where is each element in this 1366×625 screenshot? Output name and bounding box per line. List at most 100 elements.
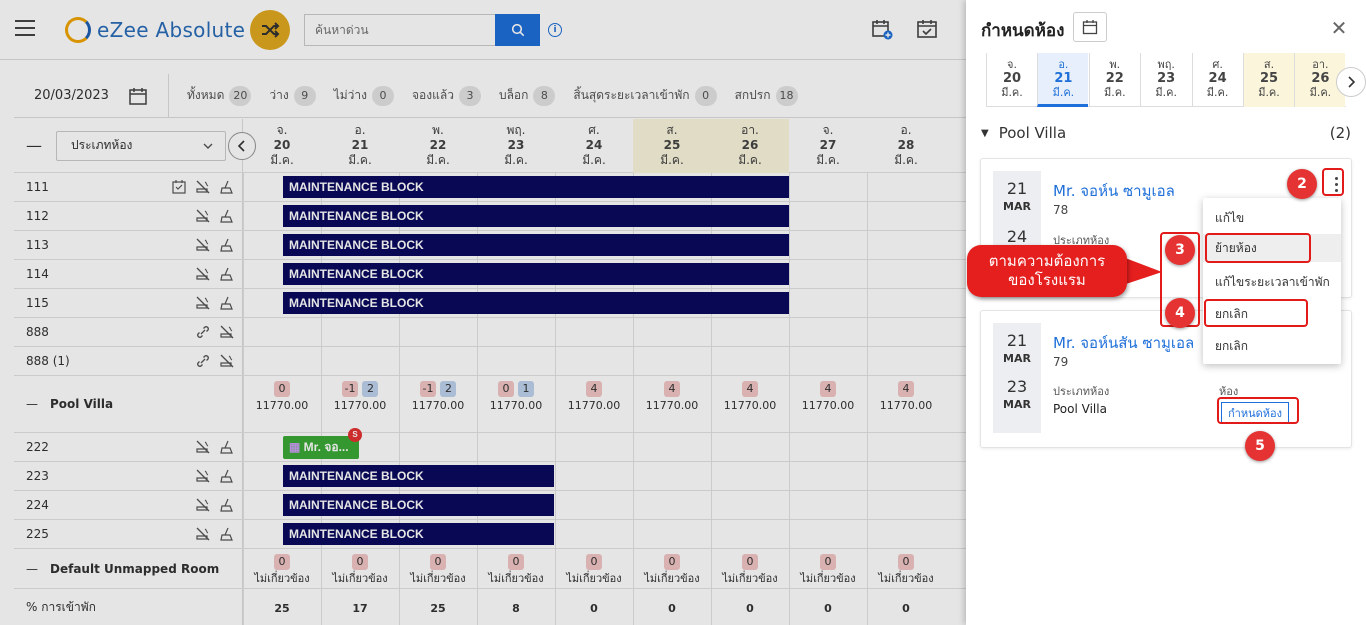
room-number[interactable]: Default Unmapped Room: [50, 562, 219, 576]
grid-cell[interactable]: [633, 347, 711, 375]
grid-cell[interactable]: [789, 433, 867, 461]
no-smoking-icon[interactable]: [195, 208, 211, 224]
grid-cell[interactable]: [243, 318, 321, 346]
availability-cell[interactable]: 4 11770.00: [633, 380, 711, 414]
maintenance-block[interactable]: MAINTENANCE BLOCK: [283, 176, 789, 198]
stat-blocked[interactable]: บล็อก 8: [499, 85, 556, 106]
no-smoking-icon[interactable]: [195, 179, 211, 195]
availability-cell[interactable]: 0 11770.00: [243, 380, 321, 414]
grid-cell[interactable]: [789, 173, 867, 201]
panel-date[interactable]: อ. 21 มี.ค.: [1037, 53, 1089, 107]
room-number[interactable]: 888: [26, 325, 49, 339]
menu-item-cancel[interactable]: ยกเลิก: [1215, 337, 1248, 356]
no-smoking-icon[interactable]: [195, 526, 211, 542]
collapse-icon[interactable]: —: [26, 397, 38, 411]
room-number[interactable]: % การเข้าพัก: [26, 598, 96, 617]
grid-cell[interactable]: [243, 347, 321, 375]
grid-cell[interactable]: [399, 433, 477, 461]
grid-cell[interactable]: [867, 289, 945, 317]
close-icon[interactable]: ✕: [1329, 18, 1349, 38]
grid-cell[interactable]: [789, 260, 867, 288]
grid-cell[interactable]: [867, 491, 945, 519]
grid-cell[interactable]: [789, 462, 867, 490]
grid-cell[interactable]: [711, 520, 789, 548]
housekeeping-icon[interactable]: [219, 295, 235, 311]
no-smoking-icon[interactable]: [195, 295, 211, 311]
grid-cell[interactable]: [867, 173, 945, 201]
room-number[interactable]: 111: [26, 180, 49, 194]
housekeeping-icon[interactable]: [219, 179, 235, 195]
room-number[interactable]: 224: [26, 498, 49, 512]
grid-cell[interactable]: [867, 260, 945, 288]
grid-cell[interactable]: [711, 433, 789, 461]
grid-cell[interactable]: [711, 491, 789, 519]
no-smoking-icon[interactable]: [219, 324, 235, 340]
housekeeping-icon[interactable]: [219, 266, 235, 282]
availability-cell[interactable]: 4 11770.00: [867, 380, 945, 414]
maintenance-block[interactable]: MAINTENANCE BLOCK: [283, 205, 789, 227]
panel-date[interactable]: ส. 25 มี.ค.: [1243, 53, 1294, 107]
menu-item-edit[interactable]: แก้ไข: [1215, 209, 1244, 228]
grid-cell[interactable]: [789, 318, 867, 346]
add-booking-calendar-icon[interactable]: [871, 18, 893, 40]
grid-cell[interactable]: [789, 231, 867, 259]
grid-cell[interactable]: [789, 491, 867, 519]
grid-cell[interactable]: [399, 318, 477, 346]
grid-cell[interactable]: [711, 462, 789, 490]
panel-date[interactable]: พฤ. 23 มี.ค.: [1140, 53, 1191, 107]
date-picker[interactable]: 20/03/2023: [14, 73, 169, 118]
availability-cell[interactable]: -1 2 11770.00: [399, 380, 477, 414]
stat-reserved[interactable]: จองแล้ว 3: [412, 85, 481, 106]
room-number[interactable]: 888 (1): [26, 354, 70, 368]
grid-cell[interactable]: [789, 289, 867, 317]
no-smoking-icon[interactable]: [219, 353, 235, 369]
housekeeping-icon[interactable]: [219, 468, 235, 484]
grid-cell[interactable]: [633, 433, 711, 461]
grid-cell[interactable]: [633, 520, 711, 548]
grid-cell[interactable]: [711, 318, 789, 346]
room-number[interactable]: 112: [26, 209, 49, 223]
panel-date[interactable]: จ. 20 มี.ค.: [986, 53, 1037, 107]
grid-cell[interactable]: [789, 202, 867, 230]
maintenance-block[interactable]: MAINTENANCE BLOCK: [283, 465, 554, 487]
stat-total[interactable]: ทั้งหมด 20: [187, 85, 252, 106]
calendar-icon[interactable]: [128, 86, 148, 106]
grid-cell[interactable]: [867, 433, 945, 461]
maintenance-block[interactable]: MAINTENANCE BLOCK: [283, 494, 554, 516]
grid-cell[interactable]: [399, 347, 477, 375]
room-number[interactable]: 225: [26, 527, 49, 541]
grid-cell[interactable]: [321, 347, 399, 375]
grid-cell[interactable]: [867, 318, 945, 346]
next-dates-button[interactable]: [1336, 67, 1366, 97]
maintenance-block[interactable]: MAINTENANCE BLOCK: [283, 523, 554, 545]
info-icon[interactable]: i: [548, 23, 562, 37]
room-number[interactable]: 115: [26, 296, 49, 310]
grid-cell[interactable]: [789, 520, 867, 548]
grid-cell[interactable]: [789, 347, 867, 375]
no-smoking-icon[interactable]: [195, 439, 211, 455]
collapse-icon[interactable]: —: [26, 562, 38, 576]
panel-date[interactable]: ศ. 24 มี.ค.: [1191, 53, 1243, 107]
grid-cell[interactable]: [867, 347, 945, 375]
check-calendar-icon[interactable]: [171, 179, 187, 195]
panel-date[interactable]: พ. 22 มี.ค.: [1088, 53, 1140, 107]
panel-calendar-button[interactable]: [1073, 12, 1107, 42]
stat-dirty[interactable]: สกปรก 18: [735, 85, 798, 106]
grid-cell[interactable]: [867, 520, 945, 548]
room-number[interactable]: 114: [26, 267, 49, 281]
grid-cell[interactable]: [633, 462, 711, 490]
stat-occupied[interactable]: ไม่ว่าง 0: [334, 85, 395, 106]
link-icon[interactable]: [195, 324, 211, 340]
grid-cell[interactable]: [555, 520, 633, 548]
availability-cell[interactable]: 4 11770.00: [555, 380, 633, 414]
grid-cell[interactable]: [477, 318, 555, 346]
grid-cell[interactable]: [477, 347, 555, 375]
hamburger-menu-icon[interactable]: [15, 20, 35, 38]
grid-cell[interactable]: [555, 491, 633, 519]
housekeeping-icon[interactable]: [219, 526, 235, 542]
room-number[interactable]: 222: [26, 440, 49, 454]
booking-chip[interactable]: ▦ Mr. จอ... S: [283, 428, 362, 459]
search-button[interactable]: [495, 14, 540, 46]
grid-cell[interactable]: [321, 318, 399, 346]
grid-cell[interactable]: [555, 433, 633, 461]
